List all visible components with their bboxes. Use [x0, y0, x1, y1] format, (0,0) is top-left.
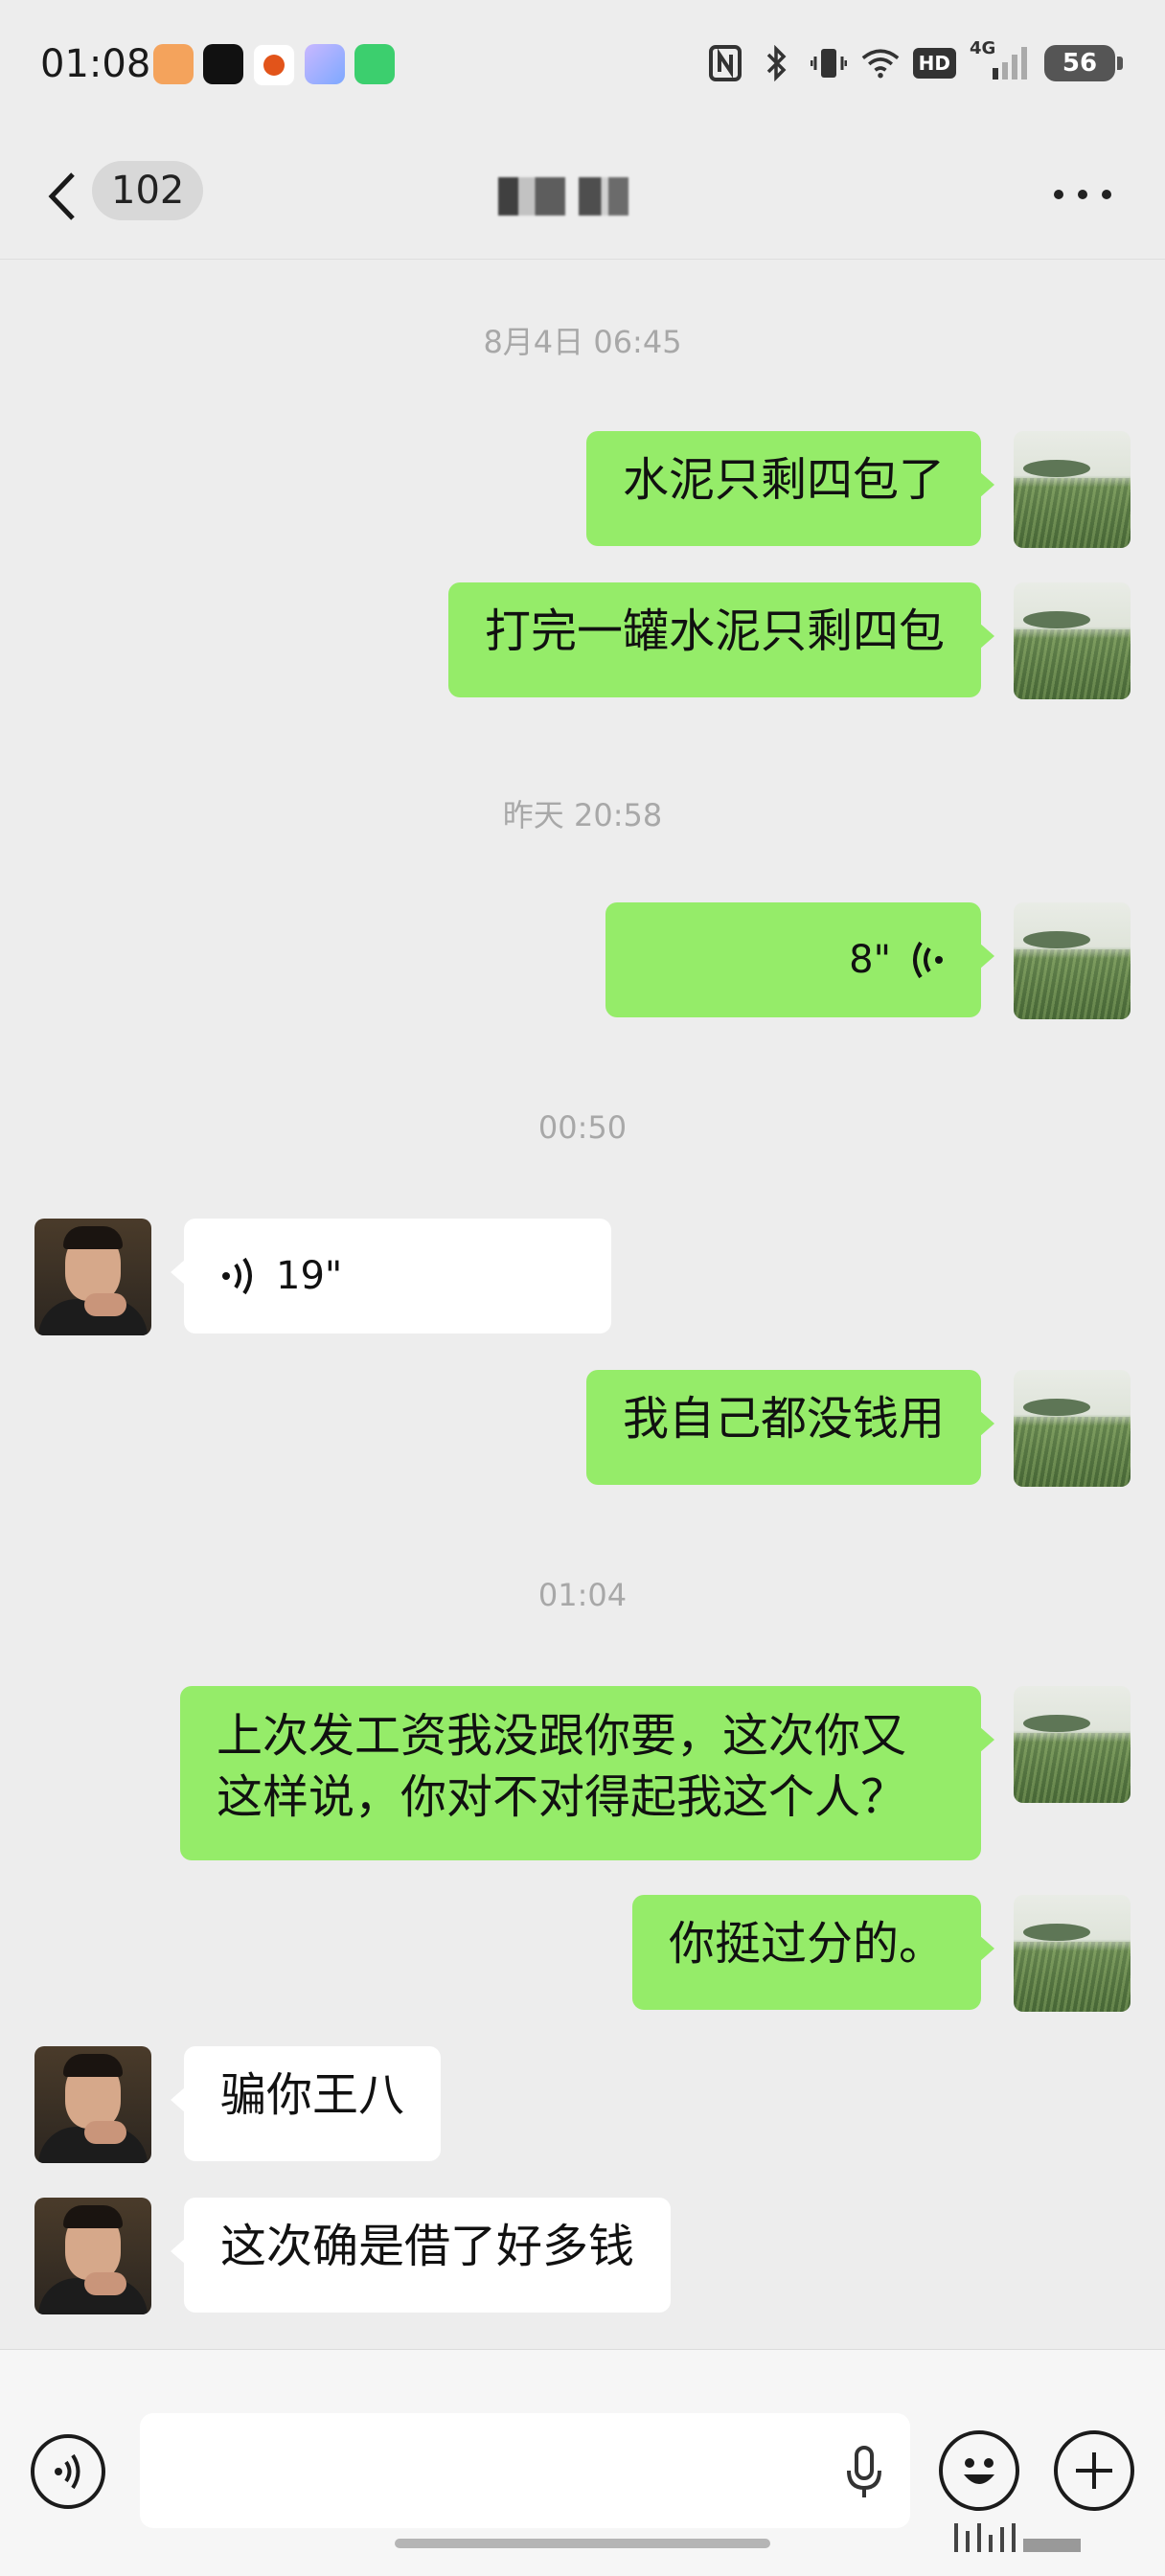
- bluetooth-icon: [758, 44, 796, 82]
- back-button[interactable]: [38, 163, 86, 230]
- timestamp: 8月4日 06:45: [483, 324, 682, 360]
- sent-message[interactable]: 打完一罐水泥只剩四包: [447, 582, 995, 697]
- app-notification-icon: [305, 44, 345, 84]
- self-avatar[interactable]: [1014, 1370, 1131, 1487]
- redacted-name-part: [498, 177, 565, 216]
- watermark-lines: [954, 2518, 1136, 2552]
- avatar-figure: [63, 2054, 123, 2077]
- received-message[interactable]: 这次确是借了好多钱: [170, 2198, 672, 2313]
- voice-wave-icon: [913, 941, 943, 979]
- hd-badge: HD: [912, 48, 956, 79]
- home-indicator[interactable]: [395, 2539, 770, 2548]
- battery-indicator: 56: [1044, 45, 1123, 81]
- microphone-icon: [847, 2446, 881, 2497]
- self-avatar[interactable]: [1014, 902, 1131, 1019]
- timestamp: 昨天 20:58: [502, 797, 663, 833]
- more-dot: [1102, 190, 1111, 199]
- message-input[interactable]: [140, 2413, 910, 2528]
- contact-avatar[interactable]: [34, 2046, 151, 2163]
- signal-icon: 4G: [970, 38, 1031, 82]
- voice-input-toggle[interactable]: [31, 2434, 105, 2509]
- more-functions-button[interactable]: [1054, 2430, 1134, 2511]
- emoji-icon: [964, 2458, 994, 2484]
- voice-duration: 19": [276, 1254, 343, 1298]
- sent-message[interactable]: 我自己都没钱用: [585, 1370, 995, 1485]
- avatar-figure: [84, 1293, 126, 1316]
- app-notification-icon: [253, 44, 295, 86]
- plus-icon: [1076, 2452, 1112, 2489]
- sent-voice-message[interactable]: 8": [605, 902, 994, 1017]
- tiktok-icon: [203, 44, 243, 84]
- status-bar: 01:08 HD 4G 56: [0, 0, 1165, 134]
- avatar-figure: [63, 2205, 123, 2228]
- system-status-icons: HD 4G 56: [706, 38, 1123, 82]
- nfc-icon: [706, 44, 744, 82]
- vibrate-icon: [810, 44, 848, 82]
- self-avatar[interactable]: [1014, 431, 1131, 548]
- more-dot: [1078, 190, 1087, 199]
- avatar-figure: [84, 2272, 126, 2295]
- chat-header: 102: [0, 134, 1165, 260]
- timestamp: 00:50: [537, 1109, 628, 1146]
- contact-avatar[interactable]: [34, 2198, 151, 2314]
- timestamp: 01:04: [537, 1577, 628, 1613]
- self-avatar[interactable]: [1014, 1686, 1131, 1803]
- wifi-icon: [861, 44, 900, 82]
- network-type: 4G: [970, 38, 996, 58]
- notification-app-icons: [153, 44, 395, 86]
- received-voice-message[interactable]: 19": [171, 1219, 611, 1334]
- unread-count-badge[interactable]: 102: [92, 161, 204, 220]
- avatar-figure: [84, 2121, 126, 2144]
- more-dot: [1054, 190, 1063, 199]
- voice-wave-icon: [55, 2453, 80, 2490]
- self-avatar[interactable]: [1014, 1895, 1131, 2012]
- emoji-button[interactable]: [939, 2430, 1019, 2511]
- voice-duration: 8": [849, 938, 891, 982]
- more-options-button[interactable]: [1054, 180, 1111, 209]
- self-avatar[interactable]: [1014, 582, 1131, 699]
- chat-title[interactable]: [498, 171, 628, 222]
- status-time: 01:08: [40, 42, 151, 86]
- avatar-figure: [63, 1226, 123, 1249]
- received-message[interactable]: 骗你王八: [170, 2046, 442, 2161]
- app-notification-icon: [153, 44, 194, 84]
- redacted-name-part: [579, 177, 628, 216]
- voice-wave-icon: [222, 1257, 252, 1295]
- sent-message[interactable]: 上次发工资我没跟你要，这次你又这样说，你对不对得起我这个人？: [180, 1686, 994, 1860]
- message-app-icon: [354, 44, 395, 84]
- chevron-left-icon: [48, 172, 75, 220]
- contact-avatar[interactable]: [34, 1219, 151, 1335]
- sent-message[interactable]: 水泥只剩四包了: [585, 431, 995, 546]
- sent-message[interactable]: 你挺过分的。: [631, 1895, 995, 2010]
